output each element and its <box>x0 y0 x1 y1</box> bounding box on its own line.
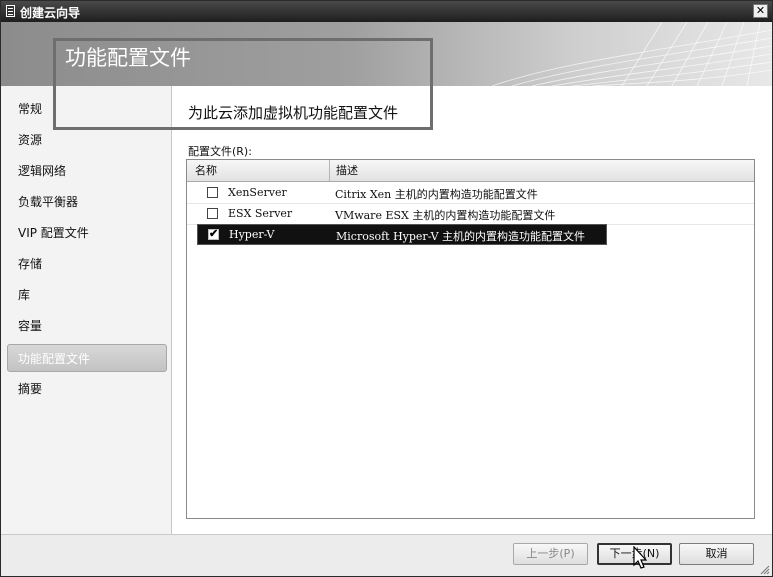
step-summary[interactable]: 摘要 <box>7 375 167 403</box>
wizard-steps-sidebar: 常规 资源 逻辑网络 负载平衡器 VIP 配置文件 存储 库 容量 功能配置文件… <box>1 86 172 534</box>
profile-description: Citrix Xen 主机的内置构造功能配置文件 <box>335 188 538 201</box>
step-load-balancers[interactable]: 负载平衡器 <box>7 188 167 216</box>
row-checkbox[interactable] <box>207 208 218 219</box>
profile-description: VMware ESX 主机的内置构造功能配置文件 <box>335 209 556 222</box>
wizard-window: 创建云向导 ✕ 功能配置文件 常规 资源 逻辑网络 负载平衡器 VIP 配置文件… <box>0 0 773 577</box>
table-row[interactable]: XenServer Citrix Xen 主机的内置构造功能配置文件 <box>187 182 754 204</box>
title-bar[interactable]: 创建云向导 ✕ <box>1 1 772 22</box>
list-header: 名称 描述 <box>187 160 754 182</box>
row-checkbox-checked[interactable]: ✔ <box>208 227 219 240</box>
table-row-selected[interactable]: ✔ Hyper-V Microsoft Hyper-V 主机的内置构造功能配置文… <box>197 224 607 245</box>
profiles-list[interactable]: 名称 描述 XenServer Citrix Xen 主机的内置构造功能配置文件… <box>186 159 755 519</box>
mouse-pointer-icon <box>633 546 647 569</box>
step-library[interactable]: 库 <box>7 281 167 309</box>
banner-title: 功能配置文件 <box>65 46 191 70</box>
window-icon <box>6 5 15 17</box>
step-storage[interactable]: 存储 <box>7 250 167 278</box>
banner-decoration-graphic <box>491 22 772 86</box>
page-heading: 为此云添加虚拟机功能配置文件 <box>188 104 399 122</box>
table-row[interactable]: ESX Server VMware ESX 主机的内置构造功能配置文件 <box>187 203 754 225</box>
close-button[interactable]: ✕ <box>753 4 768 18</box>
profile-name: Hyper-V <box>229 228 275 241</box>
cancel-button[interactable]: 取消 <box>679 543 754 565</box>
profile-name: XenServer <box>228 186 287 199</box>
profiles-list-label: 配置文件(R): <box>188 145 252 158</box>
row-checkbox[interactable] <box>207 187 218 198</box>
step-capacity[interactable]: 容量 <box>7 312 167 340</box>
window-title: 创建云向导 <box>20 6 81 20</box>
previous-button[interactable]: 上一步(P) <box>513 543 588 565</box>
wizard-footer: 上一步(P) 下一步(N) 取消 <box>1 534 772 576</box>
profile-description: Microsoft Hyper-V 主机的内置构造功能配置文件 <box>336 230 586 243</box>
column-divider[interactable] <box>329 160 330 181</box>
step-resources[interactable]: 资源 <box>7 126 167 154</box>
main-content: 为此云添加虚拟机功能配置文件 配置文件(R): 名称 描述 XenServer … <box>172 86 772 534</box>
step-logical-networks[interactable]: 逻辑网络 <box>7 157 167 185</box>
checkmark-icon: ✔ <box>209 227 219 240</box>
column-header-description[interactable]: 描述 <box>336 160 358 181</box>
step-general[interactable]: 常规 <box>7 95 167 123</box>
column-header-name[interactable]: 名称 <box>195 160 217 181</box>
profile-name: ESX Server <box>228 207 293 220</box>
step-vip-profiles[interactable]: VIP 配置文件 <box>7 219 167 247</box>
resize-grip-icon[interactable] <box>758 563 770 575</box>
header-banner: 功能配置文件 <box>1 22 772 86</box>
step-capability-profiles[interactable]: 功能配置文件 <box>7 344 167 372</box>
